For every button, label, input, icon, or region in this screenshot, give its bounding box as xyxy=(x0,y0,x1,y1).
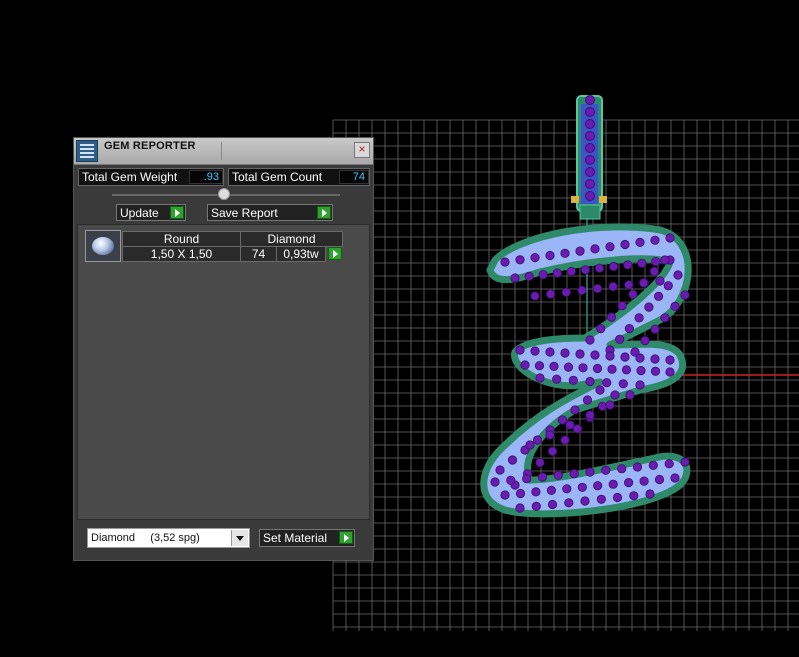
play-arrow-icon xyxy=(317,206,331,219)
material-select-value: Diamond (3,52 spg) xyxy=(91,532,200,544)
update-button[interactable]: Update xyxy=(116,204,186,221)
gem-reporter-app-icon xyxy=(76,140,98,162)
panel-title: GEM REPORTER xyxy=(104,140,196,152)
close-icon[interactable]: × xyxy=(354,142,370,158)
play-arrow-icon xyxy=(339,531,353,544)
update-button-label: Update xyxy=(120,206,159,220)
gem-shape-cell: Round xyxy=(122,231,241,247)
title-bar[interactable]: GEM REPORTER × xyxy=(74,138,373,165)
save-report-button-label: Save Report xyxy=(211,206,278,220)
save-report-button[interactable]: Save Report xyxy=(207,204,333,221)
set-material-button[interactable]: Set Material xyxy=(259,529,355,547)
total-gem-count-label: Total Gem Count xyxy=(232,170,323,184)
total-gem-count-value: 74 xyxy=(339,170,369,184)
gem-weight-cell: 0,93tw xyxy=(276,246,326,262)
select-gems-button[interactable] xyxy=(325,246,343,262)
gem-size-cell: 1,50 X 1,50 xyxy=(122,246,241,262)
gem-reporter-panel[interactable]: GEM REPORTER × Total Gem Weight .93 Tota… xyxy=(73,137,374,561)
gem-count-cell: 74 xyxy=(240,246,277,262)
gem-list[interactable]: Round Diamond 1,50 X 1,50 74 0,93tw xyxy=(77,224,370,520)
title-divider xyxy=(221,142,222,160)
total-gem-weight-label: Total Gem Weight xyxy=(82,170,178,184)
set-material-button-label: Set Material xyxy=(263,531,328,545)
total-gem-weight-value: .93 xyxy=(189,170,223,184)
round-gem-icon xyxy=(85,230,121,262)
panel-splitter-handle[interactable] xyxy=(218,188,230,200)
chevron-down-icon[interactable] xyxy=(231,530,248,546)
gem-material-cell: Diamond xyxy=(240,231,343,247)
material-select[interactable]: Diamond (3,52 spg) xyxy=(87,528,250,548)
play-arrow-icon xyxy=(170,206,184,219)
play-arrow-icon xyxy=(328,247,342,260)
total-gem-weight: Total Gem Weight .93 xyxy=(78,168,224,186)
total-gem-count: Total Gem Count 74 xyxy=(228,168,370,186)
